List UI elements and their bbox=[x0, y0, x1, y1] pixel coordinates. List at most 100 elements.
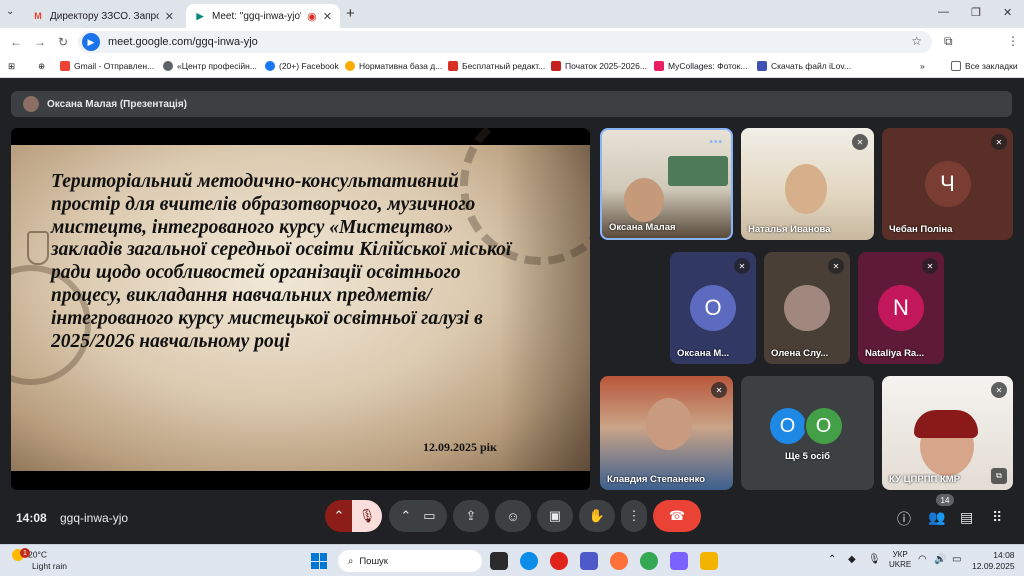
mic-off-icon: ✕ bbox=[711, 382, 727, 398]
reactions-button[interactable]: ☺ bbox=[495, 500, 531, 532]
menu-icon[interactable]: ⋮ bbox=[1007, 34, 1019, 48]
tab-meet[interactable]: ▶ Meet: "ggq-inwa-yjo" ◉ ✕ bbox=[186, 4, 340, 28]
participant-tile[interactable]: ••• Оксана Малая bbox=[600, 128, 733, 240]
people-icon[interactable]: 👥 bbox=[928, 509, 945, 526]
pip-icon[interactable]: ⧉ bbox=[991, 468, 1007, 484]
tab-gmail[interactable]: M Директору ЗЗСО. Запрошення ✕ bbox=[24, 4, 182, 28]
forward-icon[interactable]: → bbox=[34, 35, 46, 49]
bookmark-center[interactable]: «Центр професійн... bbox=[163, 61, 257, 71]
facebook-icon bbox=[265, 61, 275, 71]
bookmark-normative[interactable]: Нормативна база д... bbox=[345, 61, 442, 71]
chrome-icon[interactable] bbox=[640, 552, 658, 570]
mic-off-icon: ✕ bbox=[991, 382, 1007, 398]
info-icon[interactable]: ⓘ bbox=[897, 509, 911, 529]
restore-button[interactable]: ❐ bbox=[971, 6, 981, 19]
participant-tile[interactable]: О ✕ Оксана М... bbox=[670, 252, 756, 364]
close-window-button[interactable]: ✕ bbox=[1003, 6, 1012, 19]
presentation-view[interactable]: Територіальний методично-консультативний… bbox=[11, 128, 590, 490]
bookmark-label: Початок 2025-2026... bbox=[565, 61, 647, 71]
bookmark-label: Нормативна база д... bbox=[359, 61, 443, 71]
close-tab-icon[interactable]: ✕ bbox=[323, 10, 332, 23]
participant-tile[interactable]: ✕ Олена Слу... bbox=[764, 252, 850, 364]
all-bookmarks[interactable]: Все закладки bbox=[951, 61, 1018, 71]
wifi-icon[interactable]: ◠ bbox=[918, 554, 927, 565]
language-indicator[interactable]: УКР UKRE bbox=[889, 550, 911, 570]
more-bookmarks-icon[interactable]: » bbox=[920, 61, 925, 71]
participant-tile[interactable]: N ✕ Nataliya Ra... bbox=[858, 252, 944, 364]
mic-off-icon: ✕ bbox=[828, 258, 844, 274]
activities-icon[interactable]: ⠿ bbox=[992, 509, 1002, 526]
avatar: О bbox=[803, 406, 844, 446]
copilot-icon[interactable] bbox=[670, 552, 688, 570]
participant-tile[interactable]: ✕ ⧉ КУ ЦПРПП КМР bbox=[882, 376, 1013, 490]
chevron-up-icon: ⌃ bbox=[400, 508, 412, 523]
bookmark-gmail[interactable]: Gmail - Отправлен... bbox=[60, 61, 154, 71]
participant-tile[interactable]: ✕ Наталья Иванова bbox=[741, 128, 874, 240]
teams-icon[interactable] bbox=[580, 552, 598, 570]
pin-icon bbox=[551, 61, 561, 71]
task-view-icon[interactable] bbox=[490, 552, 508, 570]
dropbox-icon[interactable]: ◆ bbox=[848, 554, 856, 565]
presenter-label: Оксана Малая (Презентація) bbox=[47, 98, 187, 110]
tab-search-icon[interactable]: ⌄ bbox=[6, 6, 14, 17]
participant-tile[interactable]: Ч ✕ Чебан Поліна bbox=[882, 128, 1013, 240]
bookmark-start[interactable]: Початок 2025-2026... bbox=[551, 61, 647, 71]
opera-icon[interactable] bbox=[550, 552, 568, 570]
bookmark-editor[interactable]: Бесплатный редакт... bbox=[448, 61, 545, 71]
weather-text: Light rain bbox=[32, 561, 67, 571]
extensions-icon[interactable]: ⧉ bbox=[944, 34, 953, 49]
close-tab-icon[interactable]: ✕ bbox=[165, 10, 174, 23]
bookmark-collages[interactable]: MyCollages: Фоток... bbox=[654, 61, 747, 71]
camera-button[interactable]: ⌃ ▭ bbox=[389, 500, 447, 532]
new-tab-button[interactable]: + bbox=[346, 5, 355, 22]
microphone-button[interactable]: 🎙 bbox=[352, 500, 382, 532]
volume-icon[interactable]: 🔊 bbox=[934, 554, 946, 565]
address-bar[interactable]: ▶ meet.google.com/ggq-inwa-yjo ☆ bbox=[78, 31, 932, 53]
bookmark-ilove[interactable]: Скачать файл iLov... bbox=[757, 61, 851, 71]
participant-tile[interactable]: ✕ Клавдия Степаненко bbox=[600, 376, 733, 490]
apps-icon[interactable]: ⊞ bbox=[8, 61, 15, 72]
system-clock[interactable]: 14:08 12.09.2025 bbox=[972, 550, 1015, 572]
smile-icon bbox=[345, 61, 355, 71]
leave-call-button[interactable]: ☎ bbox=[653, 500, 701, 532]
raise-hand-button[interactable]: ✋ bbox=[579, 500, 615, 532]
bookmark-star-icon[interactable]: ☆ bbox=[911, 34, 922, 48]
mic-options-button[interactable]: ⌃ bbox=[325, 500, 353, 532]
meeting-code: ggq-inwa-yjo bbox=[60, 511, 129, 525]
notification-badge: 1 bbox=[20, 548, 30, 558]
bookmark-facebook[interactable]: (20+) Facebook bbox=[265, 61, 339, 71]
site-info-icon[interactable]: ▶ bbox=[82, 33, 100, 51]
present-button[interactable]: ⇪ bbox=[453, 500, 489, 532]
url-text[interactable]: meet.google.com/ggq-inwa-yjo bbox=[108, 36, 258, 48]
microphone-icon[interactable]: 🎙 bbox=[868, 554, 881, 565]
reload-icon[interactable]: ↻ bbox=[58, 35, 68, 49]
minimize-button[interactable]: — bbox=[938, 6, 949, 18]
participant-name: Клавдия Степаненко bbox=[607, 474, 706, 485]
gmail-icon bbox=[60, 61, 70, 71]
avatar: О bbox=[767, 406, 808, 446]
weather-widget[interactable]: 1 20°C Light rain bbox=[12, 548, 67, 572]
heart-icon bbox=[757, 61, 767, 71]
captions-button[interactable]: ▣ bbox=[537, 500, 573, 532]
back-icon[interactable]: ← bbox=[10, 35, 22, 49]
globe-icon[interactable]: ⊕ bbox=[38, 61, 45, 72]
language-primary: УКР bbox=[892, 550, 908, 559]
tab-title: Meet: "ggq-inwa-yjo" bbox=[212, 10, 302, 22]
slide-title: Територіальний методично-консультативний… bbox=[51, 171, 512, 352]
windows-start-icon[interactable] bbox=[311, 553, 327, 569]
lantern-icon bbox=[27, 231, 49, 265]
file-explorer-icon[interactable] bbox=[700, 552, 718, 570]
more-vert-icon: ⋮ bbox=[627, 508, 641, 523]
firefox-icon[interactable] bbox=[610, 552, 628, 570]
participant-count-badge: 14 bbox=[936, 494, 954, 506]
edge-icon[interactable] bbox=[520, 552, 538, 570]
participant-name: Оксана Малая bbox=[609, 222, 676, 233]
taskbar-search[interactable]: ⌕ Пошук bbox=[338, 550, 482, 572]
bookmark-label: MyCollages: Фоток... bbox=[668, 61, 748, 71]
chevron-up-icon[interactable]: ⌃ bbox=[828, 554, 836, 565]
battery-icon[interactable]: ▭ bbox=[952, 554, 961, 565]
present-icon: ⇪ bbox=[465, 508, 477, 523]
more-participants-tile[interactable]: О О Ще 5 осіб bbox=[741, 376, 874, 490]
more-options-button[interactable]: ⋮ bbox=[621, 500, 647, 532]
chat-icon[interactable]: ▤ bbox=[960, 509, 973, 526]
